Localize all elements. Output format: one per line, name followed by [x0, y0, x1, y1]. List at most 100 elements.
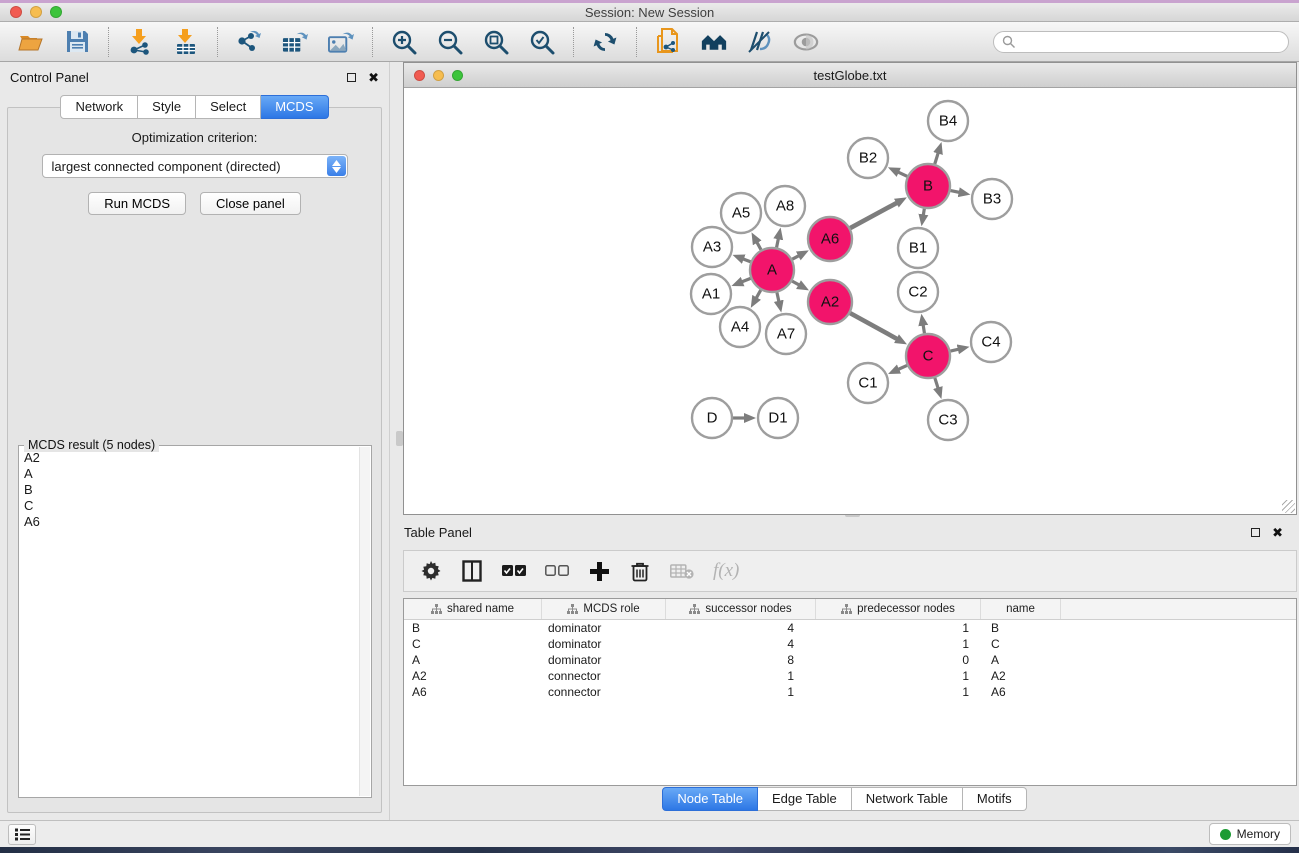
node-A6[interactable]: A6 [808, 217, 852, 261]
add-row-icon[interactable] [588, 558, 610, 584]
edge-A-A8 [777, 237, 779, 247]
minimize-window-button[interactable] [30, 6, 42, 18]
node-C3[interactable]: C3 [928, 400, 968, 440]
float-panel-icon[interactable] [347, 73, 356, 82]
table-row[interactable]: Adominator80A [404, 652, 1296, 668]
refresh-view-icon[interactable] [592, 29, 618, 55]
show-column-icon[interactable] [461, 558, 483, 584]
tab-edge-table[interactable]: Edge Table [758, 787, 852, 811]
result-list-item[interactable]: C [24, 498, 358, 514]
network-window-titlebar[interactable]: testGlobe.txt [404, 63, 1296, 88]
search-input[interactable] [1016, 35, 1280, 49]
column-header-empty [1061, 599, 1296, 619]
node-C4[interactable]: C4 [971, 322, 1011, 362]
search-field[interactable] [993, 31, 1289, 53]
close-panel-icon[interactable]: ✖ [368, 73, 379, 82]
result-list-item[interactable]: B [24, 482, 358, 498]
node-C[interactable]: C [906, 334, 950, 378]
zoom-out-icon[interactable] [437, 29, 463, 55]
export-table-icon[interactable] [282, 29, 308, 55]
table-row[interactable]: Cdominator41C [404, 636, 1296, 652]
column-header-successor-nodes[interactable]: successor nodes [666, 599, 816, 619]
zoom-fit-icon[interactable] [483, 29, 509, 55]
tab-node-table[interactable]: Node Table [662, 787, 758, 811]
node-A4[interactable]: A4 [720, 307, 760, 347]
edge-C-C1 [897, 365, 907, 369]
table-row[interactable]: A6connector11A6 [404, 684, 1296, 700]
node-A[interactable]: A [750, 248, 794, 292]
first-neighbors-icon[interactable] [701, 29, 727, 55]
node-A1[interactable]: A1 [691, 274, 731, 314]
node-C2[interactable]: C2 [898, 272, 938, 312]
function-builder-icon[interactable]: f(x) [713, 558, 739, 584]
task-history-button[interactable] [8, 824, 36, 845]
node-B2[interactable]: B2 [848, 138, 888, 178]
zoom-in-icon[interactable] [391, 29, 417, 55]
close-window-button[interactable] [10, 6, 22, 18]
window-resize-grip[interactable] [1282, 500, 1295, 513]
node-A2[interactable]: A2 [808, 280, 852, 324]
show-hide-eye-icon[interactable] [793, 29, 819, 55]
table-cell: connector [542, 684, 666, 700]
edge-A-A5 [756, 241, 761, 250]
node-B[interactable]: B [906, 164, 950, 208]
deselect-all-icon[interactable] [545, 558, 569, 584]
new-network-icon[interactable] [655, 29, 681, 55]
column-header-predecessor-nodes[interactable]: predecessor nodes [816, 599, 981, 619]
node-table[interactable]: shared nameMCDS rolesuccessor nodesprede… [403, 598, 1297, 786]
select-all-icon[interactable] [502, 558, 526, 584]
table-settings-icon[interactable] [420, 558, 442, 584]
import-table-icon[interactable] [173, 29, 199, 55]
node-A5[interactable]: A5 [721, 193, 761, 233]
run-mcds-button[interactable]: Run MCDS [88, 192, 186, 215]
node-B4[interactable]: B4 [928, 101, 968, 141]
tab-motifs[interactable]: Motifs [963, 787, 1027, 811]
close-panel-button[interactable]: Close panel [200, 192, 301, 215]
desktop-vscroll-thumb[interactable] [396, 431, 403, 446]
close-table-panel-icon[interactable]: ✖ [1272, 528, 1283, 537]
import-network-icon[interactable] [127, 29, 153, 55]
network-canvas[interactable]: B4 B2 B B3 A8A5 A6 A3 B1 A C2 A1 A2 A4A7 C4 C C1 D D1 C3 [404, 89, 1296, 514]
node-B3[interactable]: B3 [972, 179, 1012, 219]
app-titlebar[interactable]: Session: New Session [0, 3, 1299, 22]
float-table-panel-icon[interactable] [1251, 528, 1260, 537]
tab-select[interactable]: Select [196, 95, 261, 119]
save-session-icon[interactable] [64, 29, 90, 55]
memory-button[interactable]: Memory [1209, 823, 1291, 845]
result-scrollbar[interactable] [359, 447, 370, 796]
zoom-window-button[interactable] [50, 6, 62, 18]
export-image-icon[interactable] [328, 29, 354, 55]
tab-mcds[interactable]: MCDS [261, 95, 328, 119]
criterion-select[interactable]: largest connected component (directed) [42, 154, 348, 178]
node-A3[interactable]: A3 [692, 227, 732, 267]
column-header-shared-name[interactable]: shared name [404, 599, 542, 619]
table-row[interactable]: A2connector11A2 [404, 668, 1296, 684]
node-B1[interactable]: B1 [898, 228, 938, 268]
mcds-result-list[interactable]: A2ABCA6 [24, 450, 358, 795]
node-D[interactable]: D [692, 398, 732, 438]
tab-network-table[interactable]: Network Table [852, 787, 963, 811]
zoom-network-button[interactable] [452, 70, 463, 81]
column-header-name[interactable]: name [981, 599, 1061, 619]
node-C1[interactable]: C1 [848, 363, 888, 403]
zoom-selected-icon[interactable] [529, 29, 555, 55]
delete-table-icon[interactable] [670, 558, 694, 584]
tab-network[interactable]: Network [60, 95, 138, 119]
node-A8[interactable]: A8 [765, 186, 805, 226]
close-network-button[interactable] [414, 70, 425, 81]
node-A7[interactable]: A7 [766, 314, 806, 354]
tab-style[interactable]: Style [138, 95, 196, 119]
open-session-icon[interactable] [18, 29, 44, 55]
annotation-pen-icon[interactable] [747, 29, 773, 55]
delete-row-icon[interactable] [629, 558, 651, 584]
result-list-item[interactable]: A2 [24, 450, 358, 466]
edge-C-C4 [950, 349, 959, 351]
result-list-item[interactable]: A6 [24, 514, 358, 530]
table-cell: dominator [542, 620, 666, 636]
table-row[interactable]: Bdominator41B [404, 620, 1296, 636]
column-header-mcds-role[interactable]: MCDS role [542, 599, 666, 619]
export-network-icon[interactable] [236, 29, 262, 55]
node-D1[interactable]: D1 [758, 398, 798, 438]
minimize-network-button[interactable] [433, 70, 444, 81]
result-list-item[interactable]: A [24, 466, 358, 482]
